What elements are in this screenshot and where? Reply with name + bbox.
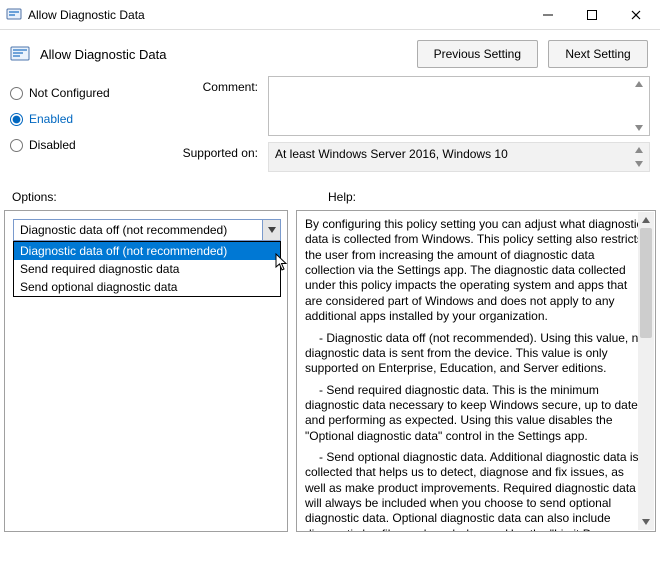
minimize-button[interactable] — [526, 0, 570, 30]
radio-label: Not Configured — [29, 86, 110, 100]
diagnostic-data-dropdown[interactable]: Diagnostic data off (not recommended) Se… — [13, 241, 281, 297]
radio-not-configured-input[interactable] — [10, 87, 23, 100]
scrollbar-thumb[interactable] — [640, 228, 652, 338]
app-icon — [6, 7, 22, 23]
scroll-up-icon[interactable] — [638, 212, 654, 228]
maximize-button[interactable] — [570, 0, 614, 30]
diagnostic-data-combo[interactable]: Diagnostic data off (not recommended) — [13, 219, 281, 241]
scrollbar-track[interactable] — [638, 228, 654, 514]
previous-setting-button[interactable]: Previous Setting — [417, 40, 538, 68]
supported-label: Supported on: — [162, 142, 258, 160]
combo-selected-text: Diagnostic data off (not recommended) — [14, 223, 262, 237]
scroll-down-icon[interactable] — [633, 123, 645, 133]
help-label: Help: — [328, 190, 648, 204]
help-paragraph: By configuring this policy setting you c… — [305, 217, 647, 325]
dropdown-item[interactable]: Send required diagnostic data — [14, 260, 280, 278]
supported-on-text: At least Windows Server 2016, Windows 10 — [275, 147, 508, 161]
help-panel: By configuring this policy setting you c… — [296, 210, 656, 532]
state-radiogroup: Not Configured Enabled Disabled — [10, 76, 162, 172]
radio-disabled[interactable]: Disabled — [10, 132, 162, 158]
help-bullet: - Send optional diagnostic data. Additio… — [305, 450, 647, 532]
panels: Diagnostic data off (not recommended) Di… — [0, 210, 660, 532]
radio-disabled-input[interactable] — [10, 139, 23, 152]
window-title: Allow Diagnostic Data — [28, 8, 145, 22]
radio-label: Disabled — [29, 138, 76, 152]
next-setting-button[interactable]: Next Setting — [548, 40, 648, 68]
radio-enabled[interactable]: Enabled — [10, 106, 162, 132]
header: Allow Diagnostic Data Previous Setting N… — [0, 30, 660, 72]
supported-on-box: At least Windows Server 2016, Windows 10 — [268, 142, 650, 172]
scroll-up-icon[interactable] — [633, 145, 645, 155]
dropdown-item[interactable]: Send optional diagnostic data — [14, 278, 280, 296]
help-bullet: - Diagnostic data off (not recommended).… — [305, 331, 647, 377]
scroll-down-icon[interactable] — [638, 514, 654, 530]
combo-dropdown-button[interactable] — [262, 220, 280, 240]
titlebar: Allow Diagnostic Data — [0, 0, 660, 30]
section-labels: Options: Help: — [0, 172, 660, 210]
options-panel: Diagnostic data off (not recommended) Di… — [4, 210, 288, 532]
help-scrollbar[interactable] — [638, 212, 654, 530]
scroll-down-icon[interactable] — [633, 159, 645, 169]
comment-label: Comment: — [162, 76, 258, 94]
policy-icon — [10, 44, 30, 64]
options-label: Options: — [12, 190, 328, 204]
radio-not-configured[interactable]: Not Configured — [10, 80, 162, 106]
dropdown-item[interactable]: Diagnostic data off (not recommended) — [14, 242, 280, 260]
radio-label: Enabled — [29, 112, 73, 126]
radio-enabled-input[interactable] — [10, 113, 23, 126]
config-area: Not Configured Enabled Disabled Comment:… — [0, 72, 660, 172]
help-bullet: - Send required diagnostic data. This is… — [305, 383, 647, 444]
scroll-up-icon[interactable] — [633, 79, 645, 89]
close-button[interactable] — [614, 0, 658, 30]
page-title: Allow Diagnostic Data — [40, 47, 166, 62]
comment-textarea[interactable] — [268, 76, 650, 136]
